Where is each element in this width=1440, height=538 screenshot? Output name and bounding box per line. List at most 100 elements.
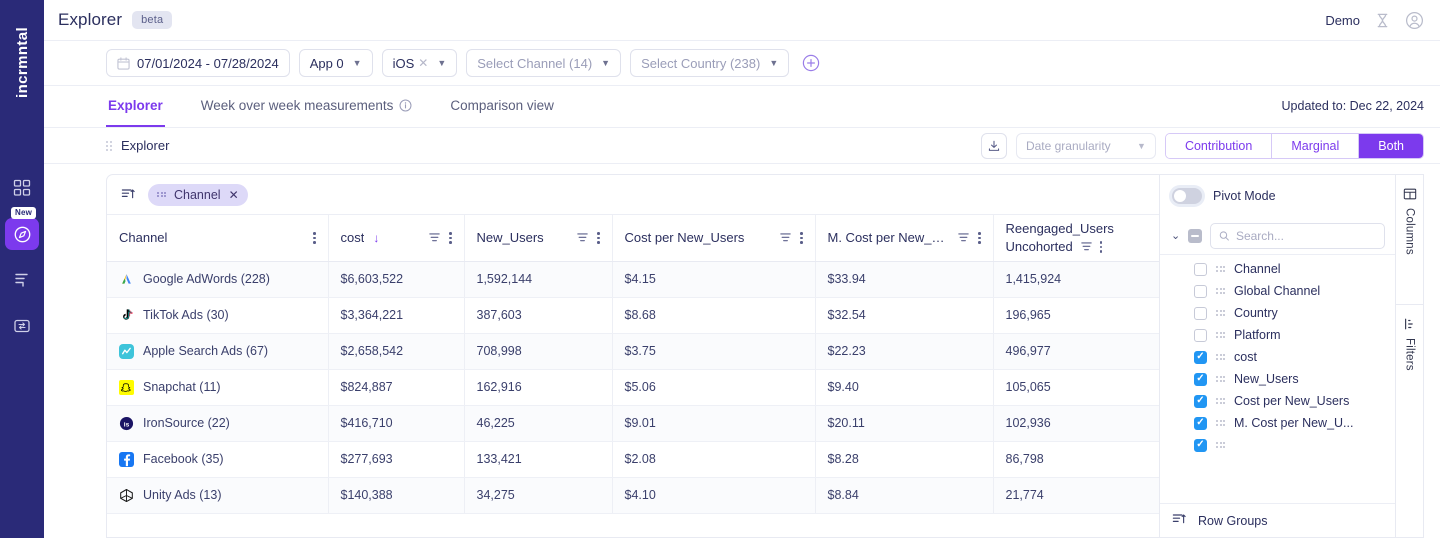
column-item-channel[interactable]: Channel [1160, 258, 1395, 280]
tool-tab-columns[interactable]: Columns [1396, 175, 1423, 305]
column-checkbox[interactable] [1194, 328, 1207, 342]
platform-filter[interactable]: iOS ✕ ▼ [381, 49, 458, 77]
row-group-chip-channel[interactable]: Channel ✕ [148, 183, 248, 206]
filter-bar: 07/01/2024 - 07/28/2024 App 0 ▼ iOS ✕ ▼ … [44, 41, 1440, 86]
user-avatar-icon[interactable] [1405, 11, 1424, 30]
cell-cost-per-new-users: $5.06 [612, 369, 816, 406]
date-range-filter[interactable]: 07/01/2024 - 07/28/2024 [106, 49, 290, 77]
download-icon [988, 140, 1000, 151]
date-granularity-select[interactable]: Date granularity ▼ [1015, 132, 1156, 159]
search-input[interactable] [1235, 228, 1376, 243]
select-all-checkbox[interactable] [1188, 228, 1203, 243]
cell-cost: $824,887 [328, 369, 465, 406]
drag-handle-icon[interactable] [1216, 354, 1225, 360]
channel-filter[interactable]: Select Channel (14) ▼ [466, 49, 622, 77]
tab-explorer[interactable]: Explorer [106, 86, 165, 127]
column-item-partial[interactable] [1160, 434, 1395, 456]
column-checkbox[interactable] [1194, 306, 1207, 320]
col-menu-icon[interactable] [1099, 241, 1103, 253]
chip-remove-icon[interactable]: ✕ [229, 188, 239, 202]
rail-item-reports[interactable] [5, 264, 39, 296]
hourglass-icon[interactable] [1374, 12, 1391, 29]
cell-cost: $2,658,542 [328, 333, 465, 370]
seg-both[interactable]: Both [1359, 133, 1423, 158]
pivot-mode-toggle[interactable] [1172, 188, 1202, 204]
drag-handle-icon[interactable] [1216, 442, 1225, 448]
col-header-m-cost-per-new-users[interactable]: M. Cost per New_Users [815, 215, 994, 262]
col-header-new-users[interactable]: New_Users [464, 215, 613, 262]
table-row[interactable]: Facebook (35) $277,693 133,421 $2.08 $8.… [107, 441, 1159, 478]
cell-cost-per-new-users: $3.75 [612, 333, 816, 370]
filter-icon[interactable] [779, 231, 792, 244]
row-groups-section[interactable]: Row Groups [1160, 503, 1395, 537]
rail-item-explorer[interactable]: New [5, 207, 39, 250]
rail-item-dashboard[interactable] [5, 172, 39, 204]
chip-drag-handle-icon[interactable] [157, 191, 166, 198]
filter-icon[interactable] [957, 231, 970, 244]
column-item-cost-per-new-users[interactable]: Cost per New_Users [1160, 390, 1395, 412]
filter-icon[interactable] [428, 231, 441, 244]
download-button[interactable] [980, 132, 1007, 159]
column-checkbox[interactable] [1194, 372, 1207, 386]
cell-new-users: 133,421 [464, 441, 613, 478]
column-item-country[interactable]: Country [1160, 302, 1395, 324]
chevron-down-icon[interactable]: ⌄ [1171, 229, 1180, 242]
tab-week-over-week[interactable]: Week over week measurements [199, 86, 415, 127]
drag-handle-icon[interactable] [1216, 376, 1225, 382]
country-filter[interactable]: Select Country (238) ▼ [630, 49, 790, 77]
col-header-cost[interactable]: cost ↓ [328, 215, 465, 262]
table-row[interactable]: Apple Search Ads (67) $2,658,542 708,998… [107, 333, 1159, 370]
app-filter[interactable]: App 0 ▼ [298, 49, 373, 77]
sort-desc-icon[interactable]: ↓ [373, 231, 379, 245]
chevron-down-icon: ▼ [437, 58, 447, 68]
rail-item-integrations[interactable] [5, 310, 39, 342]
drag-handle-icon[interactable] [1216, 266, 1225, 272]
table-scroll-region[interactable]: Channel cost ↓ New_Users Cost per New_Us… [107, 215, 1159, 537]
table-row[interactable]: is IronSource (22) $416,710 46,225 $9.01 [107, 405, 1159, 442]
channel-filter-value: Select Channel (14) [477, 55, 593, 71]
filter-icon[interactable] [1080, 240, 1093, 253]
table-row[interactable]: Snapchat (11) $824,887 162,916 $5.06 $9.… [107, 369, 1159, 406]
column-checkbox[interactable] [1194, 284, 1207, 298]
drag-handle-icon[interactable] [1216, 420, 1225, 426]
table-row[interactable]: Unity Ads (13) $140,388 34,275 $4.10 $8.… [107, 477, 1159, 514]
column-checkbox[interactable] [1194, 262, 1207, 276]
col-header-cost-per-new-users[interactable]: Cost per New_Users [612, 215, 816, 262]
col-menu-icon[interactable] [449, 232, 452, 244]
col-menu-icon[interactable] [800, 232, 803, 244]
column-checkbox[interactable] [1194, 394, 1207, 408]
seg-contribution[interactable]: Contribution [1165, 133, 1273, 158]
add-filter-button[interactable] [802, 54, 820, 72]
table-row[interactable]: Google AdWords (228) $6,603,522 1,592,14… [107, 261, 1159, 298]
drag-handle-icon[interactable] [1216, 310, 1225, 316]
col-menu-icon[interactable] [978, 232, 981, 244]
column-checkbox[interactable] [1194, 350, 1207, 364]
drag-handle-icon[interactable] [106, 140, 112, 151]
table-body: Google AdWords (228) $6,603,522 1,592,14… [107, 261, 1159, 514]
column-checkbox[interactable] [1194, 416, 1207, 430]
tab-comparison-view[interactable]: Comparison view [448, 86, 556, 127]
column-search-box[interactable] [1210, 222, 1385, 249]
column-item-new-users[interactable]: New_Users [1160, 368, 1395, 390]
column-item-global-channel[interactable]: Global Channel [1160, 280, 1395, 302]
account-label[interactable]: Demo [1325, 13, 1360, 28]
col-header-channel[interactable]: Channel [107, 215, 329, 262]
clear-platform-icon[interactable]: ✕ [418, 56, 428, 70]
drag-handle-icon[interactable] [1216, 288, 1225, 294]
seg-marginal[interactable]: Marginal [1272, 133, 1360, 158]
column-checkbox[interactable] [1194, 438, 1207, 452]
column-list[interactable]: Channel Global Channel Country Platform … [1160, 255, 1395, 503]
filter-icon[interactable] [576, 231, 589, 244]
col-menu-icon[interactable] [313, 232, 316, 244]
column-item-cost[interactable]: cost [1160, 346, 1395, 368]
body-area: Channel ✕ Channel cost ↓ New_Users Cost … [44, 164, 1440, 538]
col-header-reengaged-users[interactable]: Reengaged_Users Uncohorted [993, 215, 1159, 262]
tool-tab-filters[interactable]: Filters [1396, 305, 1423, 435]
drag-handle-icon[interactable] [1216, 398, 1225, 404]
info-icon[interactable] [399, 99, 412, 112]
col-menu-icon[interactable] [597, 232, 600, 244]
column-item-m-cost-per-new-users[interactable]: M. Cost per New_U... [1160, 412, 1395, 434]
table-row[interactable]: TikTok Ads (30) $3,364,221 387,603 $8.68… [107, 297, 1159, 334]
column-item-platform[interactable]: Platform [1160, 324, 1395, 346]
drag-handle-icon[interactable] [1216, 332, 1225, 338]
